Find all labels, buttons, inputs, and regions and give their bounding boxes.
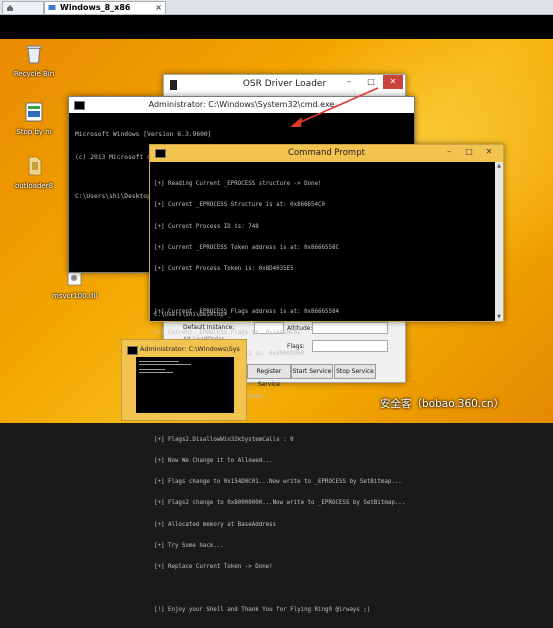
home-icon xyxy=(7,5,13,11)
thumbnail-caption: Administrator: C:\Windows\Sys... xyxy=(140,345,240,353)
console-line: [+] Current Process ID is: 748 xyxy=(154,223,259,230)
console-line: [+] Current _EPROCESS Structure is at: 0… xyxy=(154,202,326,209)
console-line: [!] Enjoy your Shell and Thank You for F… xyxy=(154,606,371,613)
watermark: 安全客（bobao.360.cn） xyxy=(380,398,505,410)
home-tab[interactable] xyxy=(2,1,44,14)
console-line: [+] Flags change to 0x154D0C01...Now wri… xyxy=(154,479,402,486)
admin-cmd-title-bar[interactable]: Administrator: C:\Windows\System32\cmd.e… xyxy=(69,97,414,113)
command-prompt-window: Command Prompt – □ ✕ [+] Reading Current… xyxy=(149,144,504,613)
desktop-icon-recycle-bin[interactable]: Recycle Bin xyxy=(12,43,56,78)
console-line: [+] Allocated memory at BaseAddress xyxy=(154,521,277,528)
close-button[interactable]: ✕ xyxy=(383,75,403,89)
command-prompt-input-line[interactable]: C:\Users\shi\Desktop>_ xyxy=(154,312,231,319)
tab-close-icon[interactable]: × xyxy=(155,2,162,14)
vm-tab-strip: Windows_8_x86 × xyxy=(0,0,553,15)
console-line: [+] Flags2.DisallowWin32kSystemCalls : 0 xyxy=(154,436,294,443)
taskbar-thumbnail-preview[interactable]: Administrator: C:\Windows\Sys... xyxy=(121,339,247,421)
outloader-icon xyxy=(28,156,42,176)
vm-letterbox xyxy=(0,15,553,39)
maximize-button[interactable]: □ xyxy=(361,75,381,89)
vertical-scrollbar[interactable]: ▲ ▼ xyxy=(495,162,503,321)
tab-windows-8-x86[interactable]: Windows_8_x86 × xyxy=(44,1,166,14)
console-line: [+] Current _EPROCESS Flags is: 0x144D0C… xyxy=(154,330,301,337)
vm-icon xyxy=(48,5,56,10)
osr-title-bar[interactable]: OSR Driver Loader – □ ✕ xyxy=(164,75,405,97)
admin-cmd-title: Administrator: C:\Windows\System32\cmd.e… xyxy=(148,100,335,109)
minimize-button[interactable]: – xyxy=(439,145,459,159)
recycle-bin-icon xyxy=(26,45,42,64)
command-prompt-title-bar[interactable]: Command Prompt – □ ✕ xyxy=(150,145,503,162)
minimize-button[interactable]: – xyxy=(339,75,359,89)
console-line: [+] Replace Current Token -> Done! xyxy=(154,564,273,571)
console-line: [+] Reading Current _EPROCESS structure … xyxy=(154,181,322,188)
cmd-icon xyxy=(127,346,138,355)
console-line: [+] Flags2 change to 0x80000000...Now wr… xyxy=(154,500,406,507)
scroll-down-icon[interactable]: ▼ xyxy=(495,313,503,321)
console-line: [+] Current _EPROCESS Token address is a… xyxy=(154,245,339,252)
close-button[interactable]: ✕ xyxy=(479,145,499,159)
stop-by-ni-icon xyxy=(25,102,43,122)
console-line: [+] Now We Change it to Allowed... xyxy=(154,457,273,464)
console-line: [+] Try Some hack... xyxy=(154,542,224,549)
desktop-icon-outloader[interactable]: outloader8 xyxy=(12,155,56,190)
scroll-up-icon[interactable]: ▲ xyxy=(495,162,503,170)
maximize-button[interactable]: □ xyxy=(459,145,479,159)
tab-label: Windows_8_x86 xyxy=(60,3,131,12)
thumbnail-console-preview xyxy=(136,357,234,413)
console-line: [+] Current Process Token is: 0x8D4035E5 xyxy=(154,266,294,273)
desktop-icon-stop-by-ni[interactable]: Stop by ni xyxy=(12,101,56,136)
console-line: Microsoft Windows [Version 6.3.9600] xyxy=(75,130,212,138)
